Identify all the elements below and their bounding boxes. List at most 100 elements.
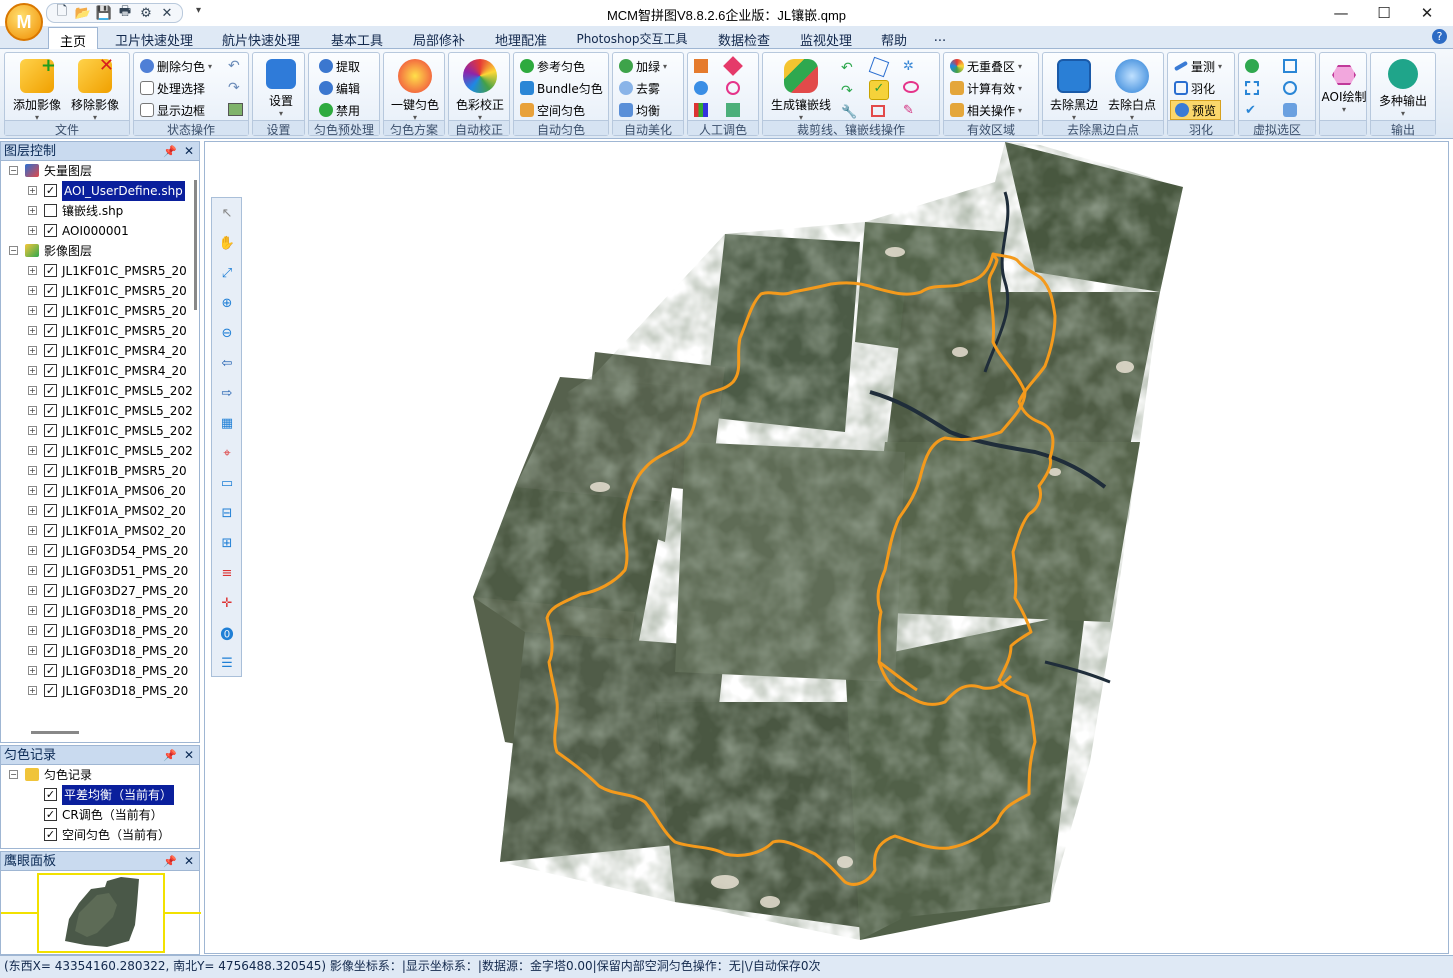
one-click-balance-button[interactable]: 一键匀色 ▾: [387, 57, 443, 122]
back-icon[interactable]: ⇦: [218, 354, 236, 372]
layer-visibility-checkbox[interactable]: ✓: [44, 284, 57, 297]
forward-icon[interactable]: ⇨: [218, 384, 236, 402]
vector-layer-row[interactable]: + ✓ AOI000001: [1, 221, 199, 241]
remove-black-edge-button[interactable]: 去除黑边 ▾: [1045, 57, 1103, 122]
image-layer-row[interactable]: + ✓ JL1GF03D54_PMS_20: [1, 541, 199, 561]
layer-visibility-checkbox[interactable]: ✓: [44, 484, 57, 497]
color-icon[interactable]: [694, 81, 708, 95]
layer-visibility-checkbox[interactable]: ✓: [44, 584, 57, 597]
image-layer-row[interactable]: + ✓ JL1KF01C_PMSL5_202: [1, 441, 199, 461]
layer-visibility-checkbox[interactable]: ✓: [44, 184, 57, 197]
layer-visibility-checkbox[interactable]: ✓: [44, 664, 57, 677]
image-layer-row[interactable]: + ✓ JL1GF03D27_PMS_20: [1, 581, 199, 601]
reference-balance-button[interactable]: 参考匀色: [520, 56, 585, 76]
balance-record-row[interactable]: ✓ CR调色（当前有）: [1, 805, 199, 825]
layer-visibility-checkbox[interactable]: ✓: [44, 404, 57, 417]
align-vertical-icon[interactable]: ⊞: [218, 534, 236, 552]
equalize-button[interactable]: 均衡: [619, 100, 660, 120]
bundle-balance-button[interactable]: Bundle匀色: [520, 78, 603, 98]
expand-icon[interactable]: +: [28, 566, 37, 575]
image-layer-row[interactable]: + ✓ JL1GF03D18_PMS_20: [1, 601, 199, 621]
layer-visibility-checkbox[interactable]: ✓: [44, 544, 57, 557]
delete-balance-button[interactable]: 删除匀色 ▾: [140, 56, 212, 76]
tree-group-vector[interactable]: − 矢量图层: [1, 161, 199, 181]
expand-icon[interactable]: +: [28, 326, 37, 335]
measure-button[interactable]: 量测 ▾: [1173, 56, 1222, 76]
image-layer-row[interactable]: + ✓ JL1KF01C_PMSL5_202: [1, 421, 199, 441]
image-layer-row[interactable]: + ✓ JL1KF01C_PMSR4_20: [1, 361, 199, 381]
image-layer-row[interactable]: + ✓ JL1KF01C_PMSL5_202: [1, 401, 199, 421]
layer-visibility-checkbox[interactable]: ✓: [44, 364, 57, 377]
expand-icon[interactable]: +: [28, 526, 37, 535]
expand-icon[interactable]: +: [28, 426, 37, 435]
map-canvas[interactable]: ↖ ✋ ⤢ ⊕ ⊖ ⇦ ⇨ ▦ ⌖ ▭ ⊟ ⊞ ≡ ✛ ⓿ ☰: [204, 141, 1449, 954]
defog-button[interactable]: 去雾: [619, 78, 660, 98]
layer-visibility-checkbox[interactable]: ✓: [44, 324, 57, 337]
undo-icon[interactable]: ↶: [228, 58, 240, 74]
vertical-scrollbar[interactable]: [194, 180, 197, 310]
expand-icon[interactable]: +: [28, 286, 37, 295]
color-bands-icon[interactable]: ≡: [218, 564, 236, 582]
expand-icon[interactable]: +: [28, 206, 37, 215]
help-icon[interactable]: ?: [1432, 29, 1447, 44]
pointer-icon[interactable]: ↖: [218, 204, 236, 222]
collapse-icon[interactable]: −: [9, 770, 18, 779]
expand-icon[interactable]: +: [28, 646, 37, 655]
layer-visibility-checkbox[interactable]: ✓: [44, 644, 57, 657]
align-horizontal-icon[interactable]: ⊟: [218, 504, 236, 522]
image-layer-row[interactable]: + ✓ JL1GF03D18_PMS_20: [1, 661, 199, 681]
color-correct-button[interactable]: 色彩校正 ▾: [452, 57, 508, 122]
image-layer-row[interactable]: + ✓ JL1GF03D18_PMS_20: [1, 641, 199, 661]
collapse-icon[interactable]: −: [9, 246, 18, 255]
edit-line-icon[interactable]: [868, 56, 890, 78]
settings-button[interactable]: 设置 ▾: [253, 57, 309, 118]
edit-button[interactable]: 编辑: [319, 78, 360, 98]
locate-icon[interactable]: ⌖: [218, 444, 236, 462]
select-settings-icon[interactable]: [1283, 103, 1297, 117]
aoi-draw-button[interactable]: AOI绘制 ▾: [1316, 57, 1372, 117]
close-icon[interactable]: ✕: [184, 852, 194, 871]
expand-icon[interactable]: +: [28, 606, 37, 615]
layer-visibility-checkbox[interactable]: [44, 204, 57, 217]
rect-select-icon[interactable]: [871, 105, 885, 117]
balance-record-checkbox[interactable]: ✓: [44, 788, 57, 801]
layer-visibility-checkbox[interactable]: ✓: [44, 424, 57, 437]
tab-monitor[interactable]: 监视处理: [790, 27, 862, 49]
preview-button[interactable]: 预览: [1170, 100, 1222, 120]
tab-data-check[interactable]: 数据检查: [708, 27, 780, 49]
pin-icon[interactable]: 📌: [163, 142, 177, 161]
check-icon[interactable]: ✓: [869, 80, 889, 100]
image-layer-row[interactable]: + ✓ JL1KF01A_PMS02_20: [1, 521, 199, 541]
layer-visibility-checkbox[interactable]: ✓: [44, 224, 57, 237]
expand-icon[interactable]: +: [28, 186, 37, 195]
info-icon[interactable]: ⓿: [218, 624, 236, 643]
expand-icon[interactable]: +: [28, 366, 37, 375]
curve-icon[interactable]: [694, 59, 708, 73]
balance-root[interactable]: − 匀色记录: [1, 765, 199, 785]
tab-aerial-process[interactable]: 航片快速处理: [214, 27, 308, 49]
image-icon[interactable]: [228, 103, 243, 116]
calc-valid-button[interactable]: 计算有效 ▾: [950, 78, 1022, 98]
layer-visibility-checkbox[interactable]: ✓: [44, 344, 57, 357]
expand-icon[interactable]: +: [28, 446, 37, 455]
expand-icon[interactable]: +: [28, 266, 37, 275]
no-overlap-button[interactable]: 无重叠区 ▾: [950, 56, 1022, 76]
layer-visibility-checkbox[interactable]: ✓: [44, 684, 57, 697]
image-layer-row[interactable]: + ✓ JL1KF01C_PMSR5_20: [1, 261, 199, 281]
layer-visibility-checkbox[interactable]: ✓: [44, 604, 57, 617]
layer-visibility-checkbox[interactable]: ✓: [44, 384, 57, 397]
layer-visibility-checkbox[interactable]: ✓: [44, 624, 57, 637]
close-icon[interactable]: ✕: [184, 142, 194, 161]
layer-visibility-checkbox[interactable]: ✓: [44, 524, 57, 537]
related-ops-button[interactable]: 相关操作 ▾: [950, 100, 1022, 120]
layer-visibility-checkbox[interactable]: ✓: [44, 444, 57, 457]
tab-local-repair[interactable]: 局部修补: [404, 27, 474, 49]
add-green-button[interactable]: 加绿 ▾: [619, 56, 667, 76]
remove-white-point-button[interactable]: 去除白点 ▾: [1103, 57, 1161, 122]
rotate-left-icon[interactable]: ↶: [841, 60, 853, 76]
expand-icon[interactable]: +: [28, 586, 37, 595]
generate-seamline-button[interactable]: 生成镶嵌线 ▾: [765, 57, 837, 122]
select-move-icon[interactable]: [1245, 81, 1259, 95]
tab-home[interactable]: 主页: [48, 27, 98, 50]
image-layer-row[interactable]: + ✓ JL1KF01C_PMSR5_20: [1, 281, 199, 301]
